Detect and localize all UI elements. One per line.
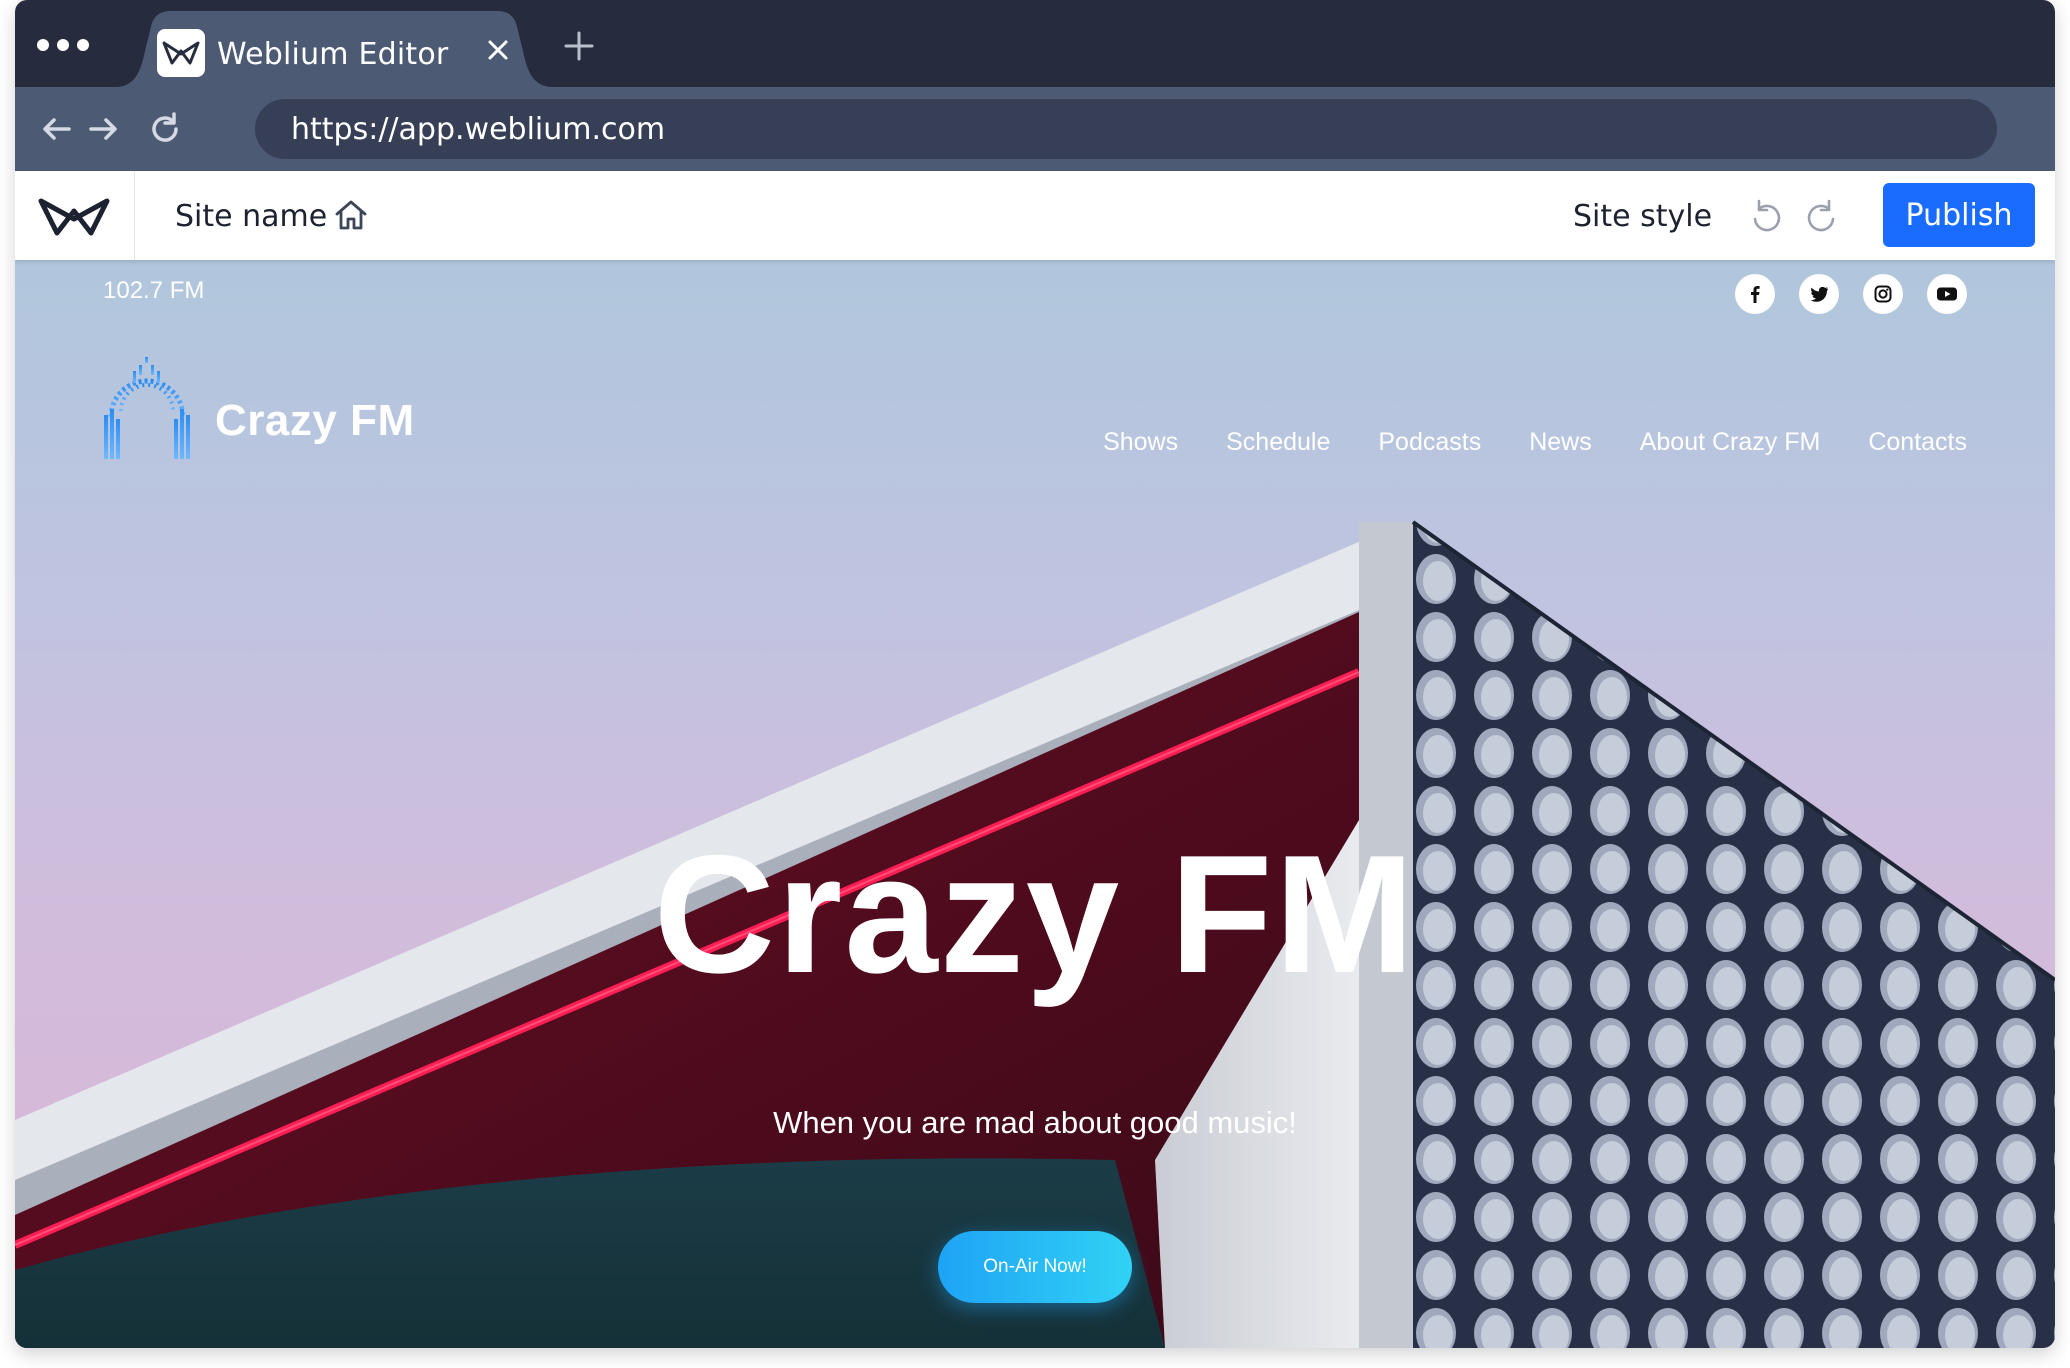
toolbar-divider [134, 171, 135, 260]
redo-icon[interactable] [1805, 198, 1839, 234]
home-icon[interactable] [333, 197, 369, 233]
social-links [1735, 274, 1967, 314]
nav-item-news[interactable]: News [1529, 428, 1592, 457]
editor-toolbar: Site name Site style Publish [15, 171, 2055, 260]
hero-title: Crazy FM [653, 820, 1417, 1008]
twitter-icon[interactable] [1799, 274, 1839, 314]
browser-toolbar: https://app.weblium.com [15, 87, 2055, 171]
url-text: https://app.weblium.com [291, 112, 666, 147]
browser-window: Weblium Editor https://app.weblium.com S… [15, 0, 2055, 1348]
new-tab-icon[interactable] [563, 30, 595, 62]
weblium-favicon-icon [157, 29, 205, 77]
facebook-icon[interactable] [1735, 274, 1775, 314]
forward-arrow-icon[interactable] [85, 111, 121, 147]
hero-subtitle: When you are mad about good music! [773, 1105, 1297, 1140]
site-style-button[interactable]: Site style [1573, 199, 1712, 234]
close-tab-icon[interactable] [483, 35, 513, 65]
publish-button[interactable]: Publish [1883, 183, 2035, 247]
nav-item-about[interactable]: About Crazy FM [1640, 428, 1821, 457]
nav-item-schedule[interactable]: Schedule [1226, 428, 1330, 457]
address-bar[interactable]: https://app.weblium.com [255, 99, 1997, 159]
headphones-logo-icon [104, 357, 190, 459]
nav-item-shows[interactable]: Shows [1103, 428, 1178, 457]
brand-name[interactable]: Crazy FM [215, 396, 415, 446]
window-menu-icon[interactable] [37, 39, 89, 51]
youtube-icon[interactable] [1927, 274, 1967, 314]
browser-tab[interactable]: Weblium Editor [115, 11, 575, 87]
nav-item-podcasts[interactable]: Podcasts [1378, 428, 1481, 457]
weblium-logo-icon[interactable] [37, 193, 111, 239]
on-air-button[interactable]: On-Air Now! [938, 1231, 1132, 1303]
site-nav-menu: Shows Schedule Podcasts News About Crazy… [1103, 428, 1967, 457]
undo-icon[interactable] [1749, 198, 1783, 234]
reload-icon[interactable] [147, 111, 183, 147]
site-preview: 102.7 FM Crazy FM Shows Schedule Podcast… [15, 260, 2055, 1348]
back-arrow-icon[interactable] [39, 111, 75, 147]
instagram-icon[interactable] [1863, 274, 1903, 314]
radio-frequency: 102.7 FM [103, 277, 205, 304]
site-name-label[interactable]: Site name [175, 199, 327, 234]
browser-tab-bar: Weblium Editor [15, 0, 2055, 87]
tab-title: Weblium Editor [217, 37, 449, 72]
nav-item-contacts[interactable]: Contacts [1868, 428, 1967, 457]
